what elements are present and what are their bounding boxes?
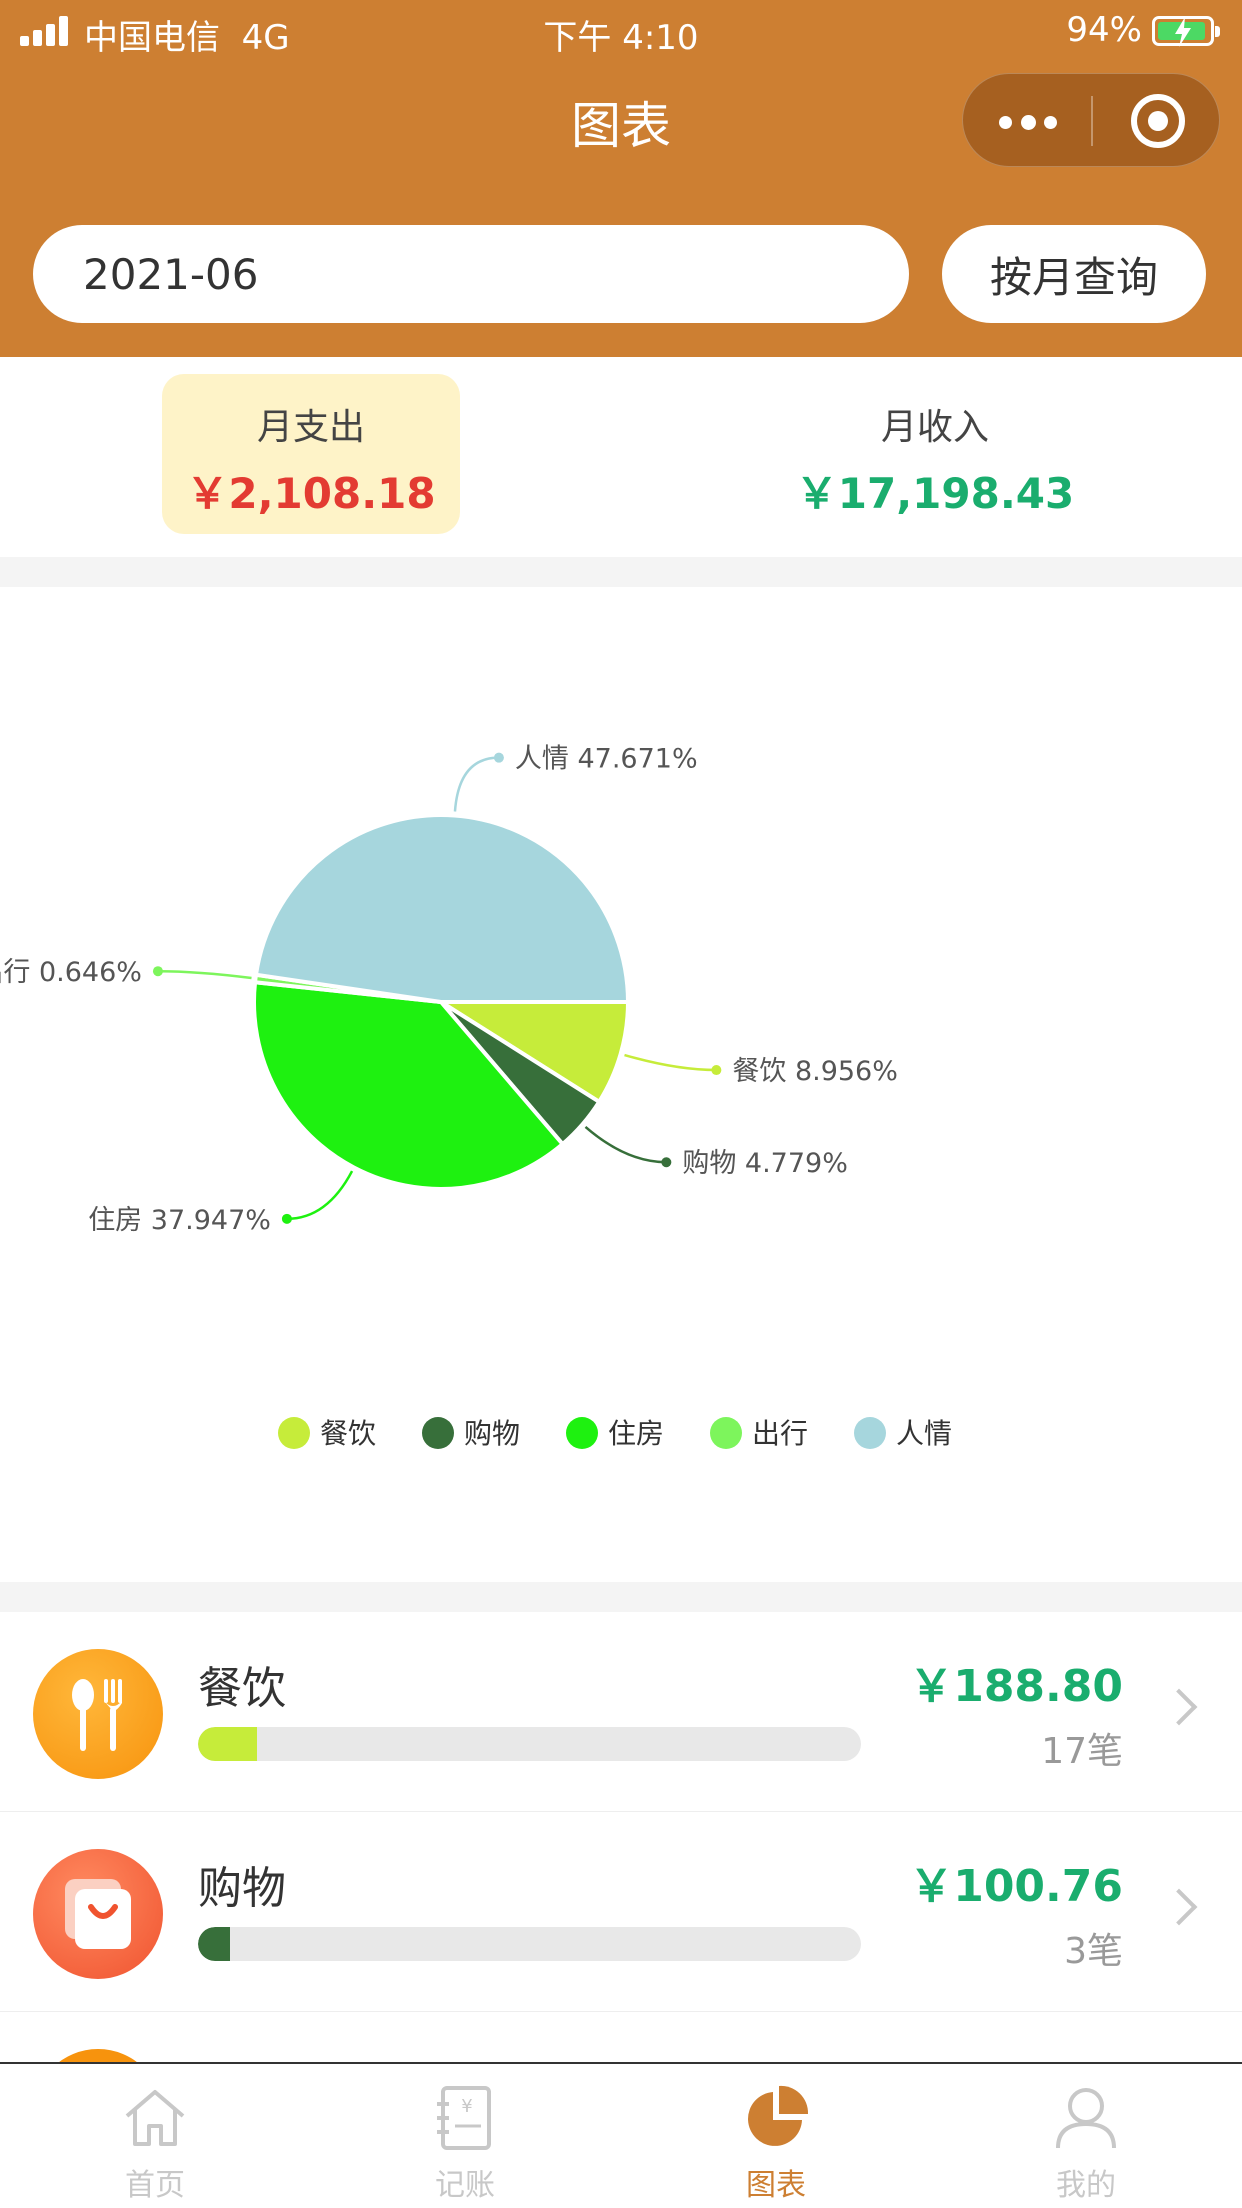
income-label: 月收入 — [880, 407, 989, 448]
pie-leader-dot — [711, 1065, 722, 1076]
shopping-bag-icon — [33, 1849, 163, 1979]
pie-chart-svg: 餐饮 8.956% 购物 4.779% 住房 37.947% 出行 0.646% 人情 … — [0, 744, 952, 1450]
svg-text:¥: ¥ — [461, 2096, 472, 2117]
legend-label[interactable]: 住房 — [608, 1417, 664, 1450]
more-icon[interactable] — [999, 100, 1057, 142]
legend-label[interactable]: 人情 — [896, 1417, 952, 1450]
pie-leader-dot — [493, 752, 504, 763]
battery-icon — [1152, 16, 1220, 47]
header: 中国电信 4G 下午 4:10 94% 图表 按月查询 — [0, 0, 1242, 357]
category-progress-track — [198, 1927, 861, 1961]
section-divider — [0, 1582, 1242, 1612]
status-time: 下午 4:10 — [543, 18, 699, 58]
tab-bookkeeping[interactable]: ¥ 记账 — [310, 2064, 620, 2208]
category-name: 餐饮 — [198, 1663, 286, 1714]
section-divider — [0, 557, 1242, 587]
user-icon — [1056, 2088, 1116, 2149]
pie-leader-line — [286, 1170, 354, 1221]
bottom-tab-bar: 首页 ¥ 记账 图表 我的 — [0, 2062, 1242, 2208]
tab-charts[interactable]: 图表 — [621, 2064, 931, 2208]
tab-home[interactable]: 首页 — [0, 2064, 310, 2208]
battery-percent: 94% — [1066, 10, 1142, 50]
pie-leader-line — [624, 1053, 717, 1072]
pie-leader-line — [453, 756, 499, 812]
expense-pie-chart: 餐饮 8.956% 购物 4.779% 住房 37.947% 出行 0.646% 人情 … — [0, 587, 1242, 1582]
legend-marker[interactable] — [710, 1417, 742, 1449]
category-amount: ￥188.80 — [909, 1661, 1123, 1712]
pie-data-label: 餐饮 8.956% — [732, 1056, 898, 1087]
chevron-right-icon — [1160, 1888, 1198, 1926]
category-name: 购物 — [198, 1863, 286, 1914]
status-bar: 中国电信 4G 下午 4:10 94% — [0, 0, 1242, 62]
query-by-month-button[interactable]: 按月查询 — [942, 225, 1206, 323]
legend-marker[interactable] — [566, 1417, 598, 1449]
tab-label: 首页 — [125, 2168, 185, 2203]
home-icon — [125, 2090, 185, 2146]
pie-data-label: 住房 37.947% — [88, 1205, 271, 1236]
pie-chart-icon — [748, 2085, 809, 2146]
category-row-shopping[interactable]: 购物 ￥100.76 3笔 — [0, 1812, 1242, 2012]
category-progress-fill — [198, 1727, 258, 1761]
fork-spoon-icon — [33, 1649, 163, 1779]
pie-leader-dot — [661, 1157, 672, 1168]
category-progress-track — [198, 1727, 861, 1761]
legend-label[interactable]: 餐饮 — [320, 1417, 376, 1450]
legend-marker[interactable] — [854, 1417, 886, 1449]
category-count: 17笔 — [1041, 1731, 1123, 1772]
pie-data-label: 购物 4.779% — [682, 1148, 848, 1179]
category-count: 3笔 — [1064, 1931, 1123, 1972]
category-amount: ￥100.76 — [909, 1861, 1123, 1912]
pie-leader-dot — [152, 966, 163, 977]
pie-leader-line — [584, 1125, 667, 1164]
monthly-income-tab[interactable]: 月收入 ￥17,198.43 — [770, 374, 1100, 534]
legend-label[interactable]: 出行 — [752, 1417, 808, 1450]
monthly-summary: 月支出 ￥2,108.18 月收入 ￥17,198.43 — [0, 357, 1242, 557]
pie-leader-line — [157, 969, 252, 980]
category-progress-fill — [198, 1927, 230, 1961]
tab-label: 记账 — [435, 2168, 495, 2203]
legend-marker[interactable] — [422, 1417, 454, 1449]
chevron-right-icon — [1160, 1688, 1198, 1726]
tab-profile[interactable]: 我的 — [931, 2064, 1241, 2208]
miniprogram-capsule — [962, 73, 1220, 167]
expense-label: 月支出 — [256, 407, 365, 448]
pie-data-label: 人情 47.671% — [515, 744, 698, 775]
income-value: ￥17,198.43 — [795, 469, 1075, 518]
ledger-icon: ¥ — [437, 2086, 491, 2150]
expense-value: ￥2,108.18 — [186, 469, 436, 518]
legend-marker[interactable] — [278, 1417, 310, 1449]
pie-slice[interactable] — [253, 813, 630, 1004]
tab-label: 我的 — [1056, 2168, 1116, 2203]
close-target-icon[interactable] — [1131, 94, 1185, 148]
pie-leader-dot — [281, 1213, 292, 1224]
category-row-dining[interactable]: 餐饮 ￥188.80 17笔 — [0, 1612, 1242, 1812]
pie-data-label: 出行 0.646% — [0, 957, 142, 988]
tab-label: 图表 — [746, 2168, 806, 2203]
monthly-expense-tab[interactable]: 月支出 ￥2,108.18 — [162, 374, 460, 534]
legend-label[interactable]: 购物 — [464, 1417, 520, 1450]
month-input[interactable] — [33, 225, 909, 323]
